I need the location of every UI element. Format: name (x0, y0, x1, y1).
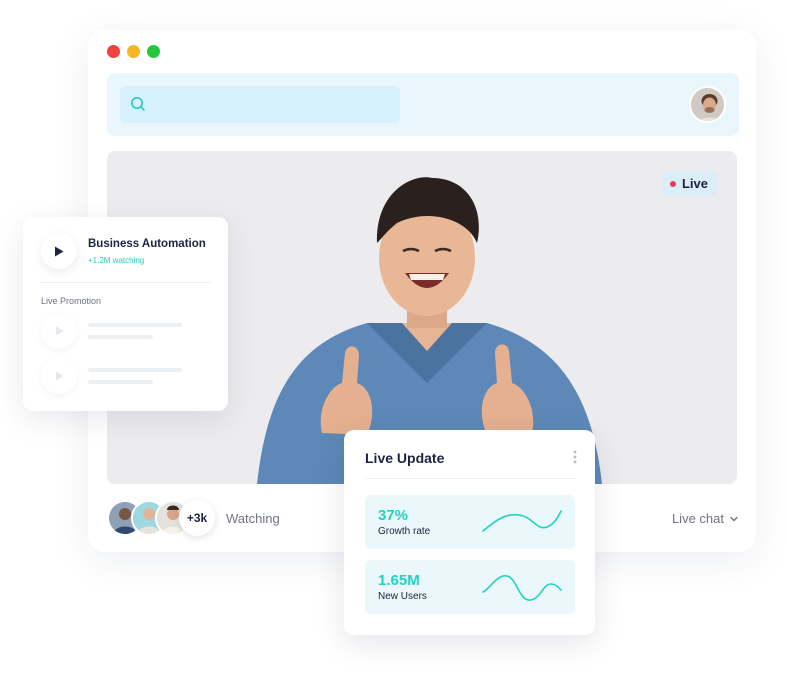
stat-label: Growth rate (378, 526, 431, 537)
app-stage: Live +3k Watching Live chat Business Aut… (0, 0, 787, 675)
playlist-item-play-button[interactable] (41, 358, 77, 394)
more-vertical-icon[interactable] (573, 450, 577, 464)
playlist-card: Business Automation +1.2M watching Live … (23, 217, 228, 411)
live-chat-toggle[interactable]: Live chat (672, 511, 739, 526)
stat-value: 1.65M (378, 572, 420, 589)
users-sparkline (482, 575, 562, 601)
featured-play-button[interactable] (41, 233, 77, 269)
viewers-more-badge[interactable]: +3k (179, 500, 215, 536)
close-dot[interactable] (107, 45, 120, 58)
play-icon (55, 326, 64, 336)
placeholder-line (88, 368, 182, 372)
featured-watching-count: +1.2M watching (88, 256, 145, 265)
play-icon (55, 371, 64, 381)
live-label: Live (681, 176, 708, 191)
featured-title[interactable]: Business Automation (88, 238, 206, 250)
chevron-down-icon (730, 516, 738, 521)
placeholder-line (88, 323, 182, 327)
stat-value: 37% (378, 507, 409, 524)
user-avatar[interactable] (689, 86, 726, 123)
growth-sparkline (482, 510, 562, 532)
placeholder-line (88, 380, 153, 384)
stat-growth-rate: 37% Growth rate (365, 495, 575, 549)
section-label: Live Promotion (41, 296, 102, 306)
minimize-dot[interactable] (127, 45, 140, 58)
play-icon (55, 246, 64, 256)
placeholder-line (88, 335, 153, 339)
live-update-card: Live Update 37% Growth rate 1.65M New Us… (344, 430, 595, 635)
stat-label: New Users (378, 591, 427, 602)
watching-label: Watching (226, 511, 280, 526)
live-chat-label: Live chat (671, 511, 724, 526)
live-badge: Live (660, 171, 717, 196)
live-indicator-dot (669, 180, 676, 187)
viewer-avatars[interactable]: +3k (107, 500, 215, 536)
window-controls (107, 45, 160, 58)
playlist-item-play-button[interactable] (41, 313, 77, 349)
search-input[interactable] (120, 86, 400, 123)
divider (41, 282, 211, 283)
top-bar (107, 73, 739, 136)
live-update-title: Live Update (365, 450, 445, 466)
stat-new-users: 1.65M New Users (365, 560, 575, 614)
search-icon (131, 97, 145, 111)
maximize-dot[interactable] (147, 45, 160, 58)
divider (365, 478, 576, 479)
